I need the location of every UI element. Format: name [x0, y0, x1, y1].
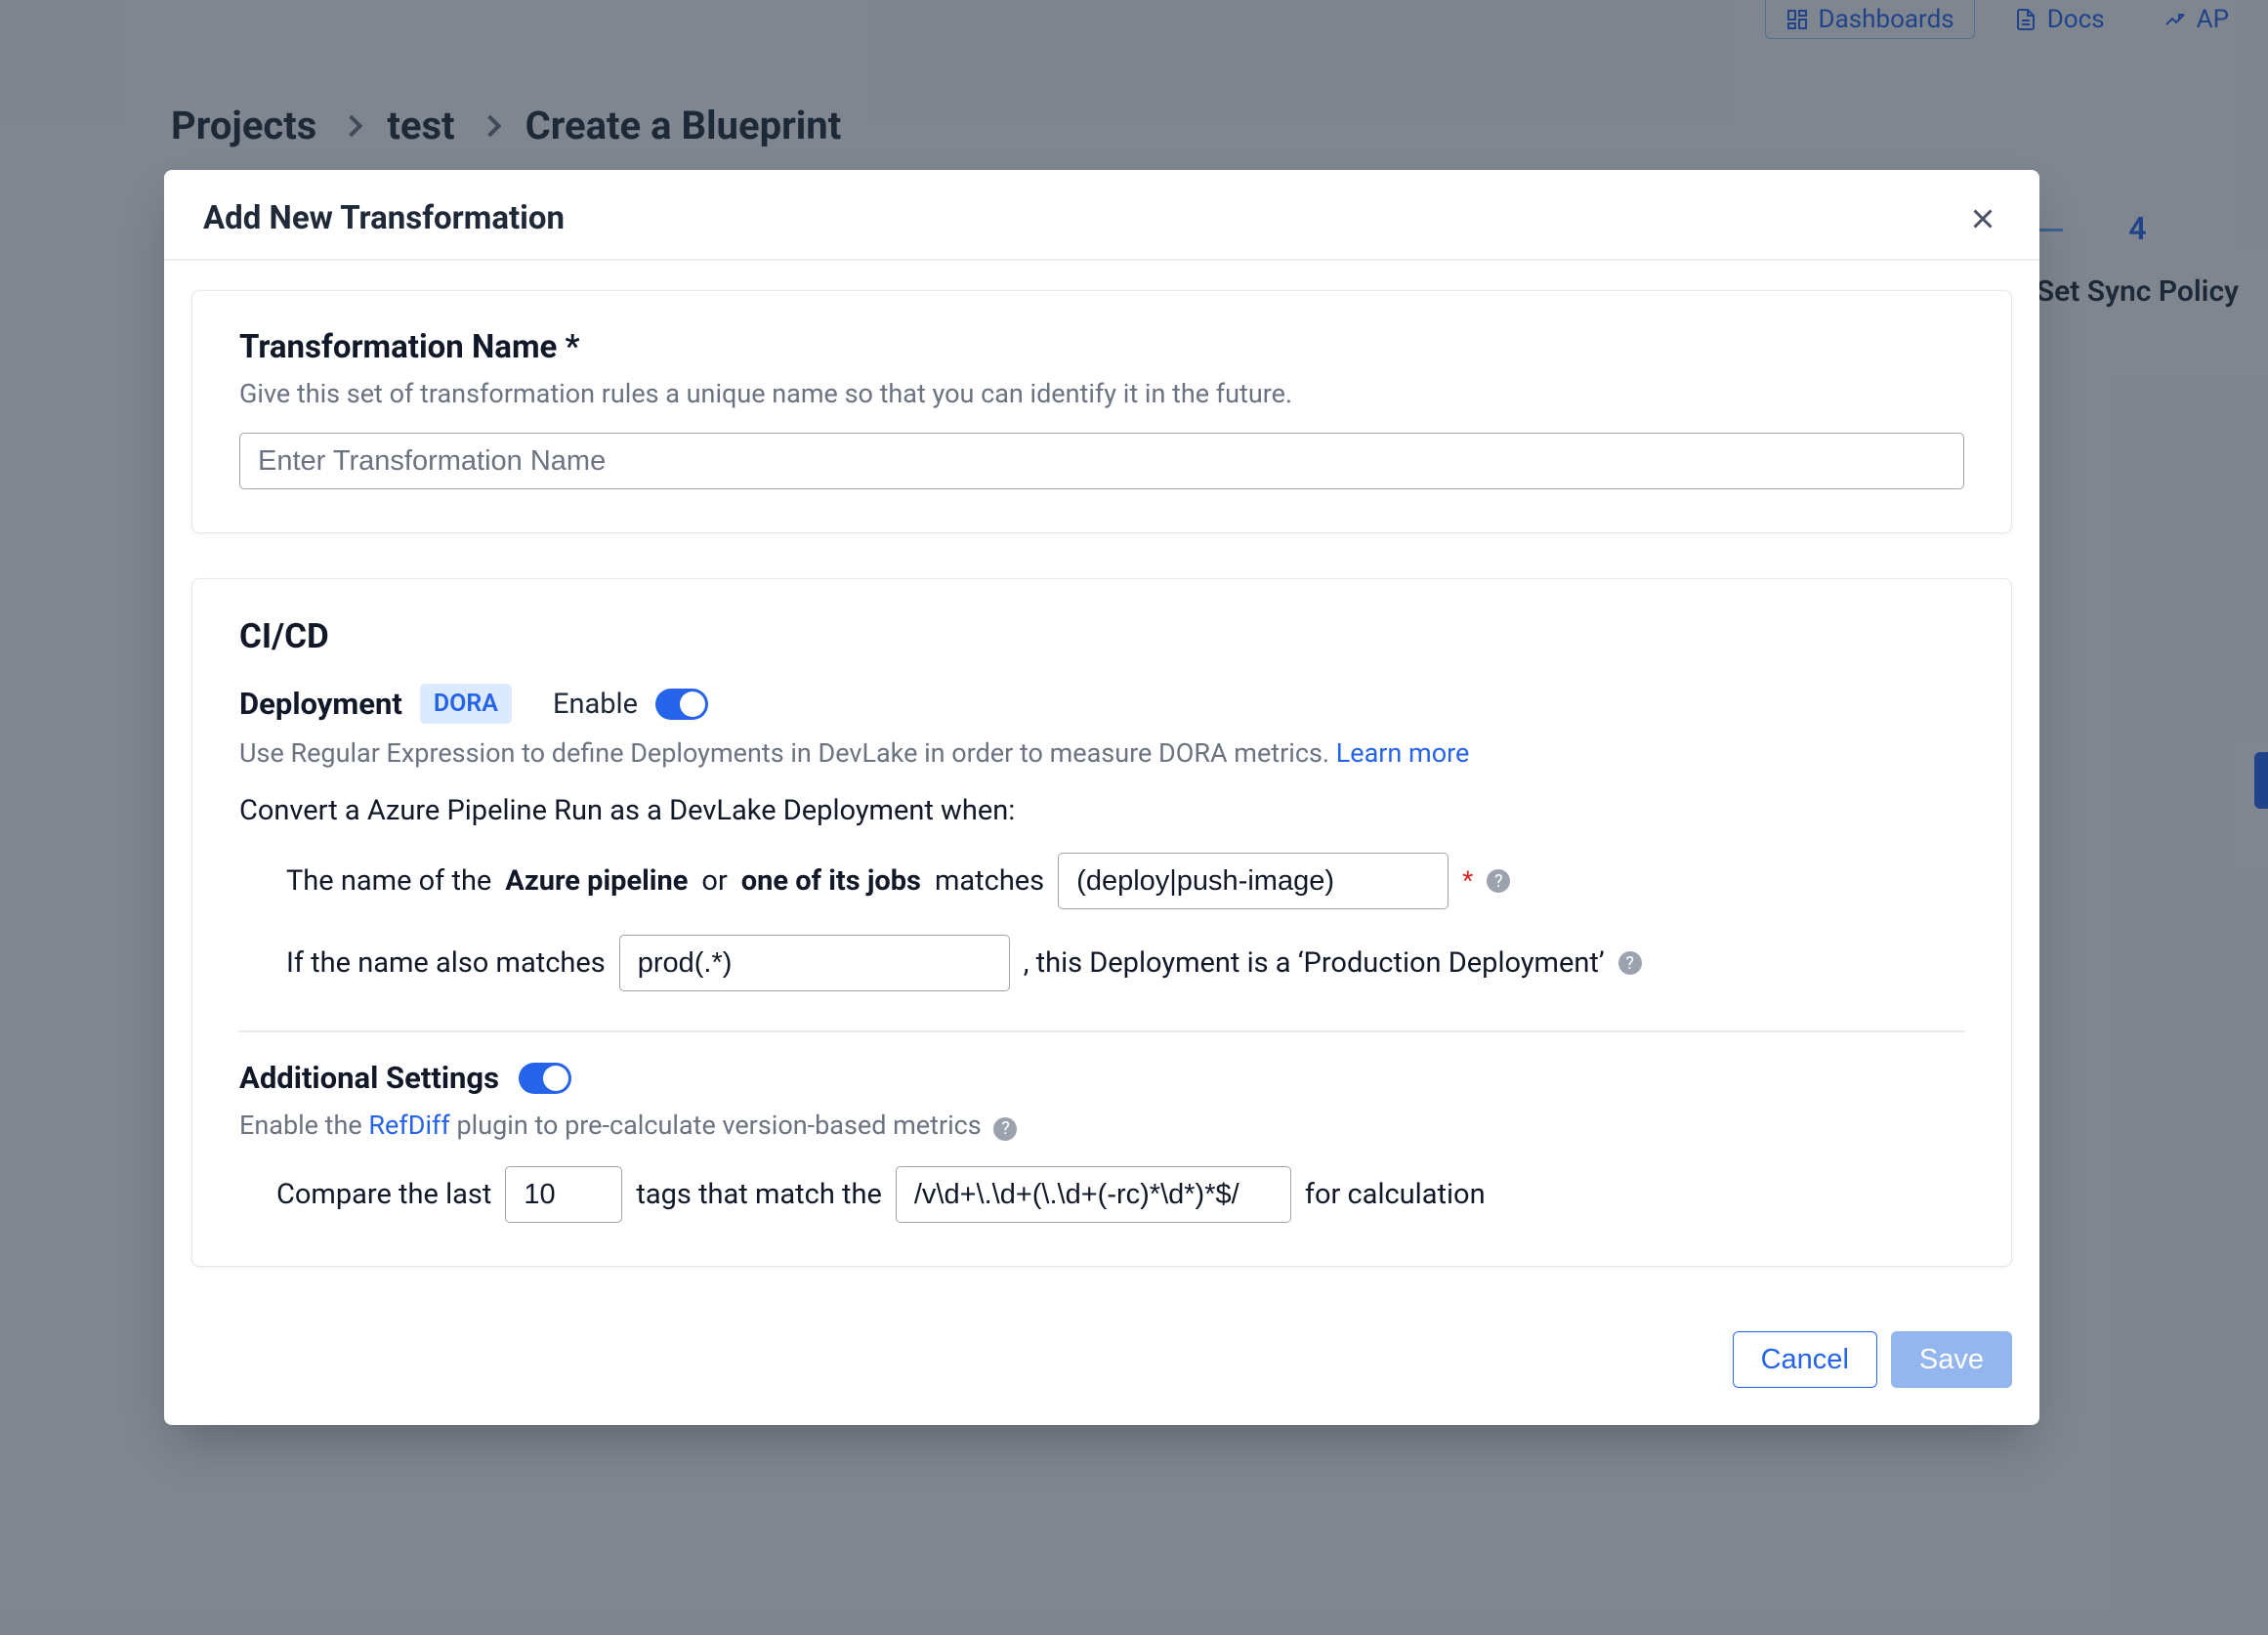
compare-t2: tags that match the — [636, 1178, 882, 1211]
help-icon[interactable]: ? — [1618, 951, 1642, 975]
add-desc-1: Enable the — [239, 1110, 368, 1141]
pipeline-regex-input[interactable] — [1058, 853, 1449, 909]
rule1-bold1: Azure pipeline — [505, 864, 688, 898]
pipeline-match-rule: The name of the Azure pipeline or one of… — [239, 853, 1964, 909]
additional-settings-title: Additional Settings — [239, 1060, 499, 1096]
section-divider — [239, 1030, 1964, 1032]
additional-settings-toggle[interactable] — [519, 1063, 571, 1094]
transformation-name-input[interactable] — [239, 433, 1964, 489]
enable-label: Enable — [553, 688, 638, 721]
add-transformation-modal: Add New Transformation Transformation Na… — [164, 170, 2039, 1425]
deployment-row: Deployment DORA Enable — [239, 684, 1964, 724]
production-match-rule: If the name also matches , this Deployme… — [239, 935, 1964, 991]
required-mark: * — [1462, 866, 1473, 896]
add-desc-2: plugin to pre-calculate version-based me… — [450, 1110, 982, 1141]
rule1-text2: or — [701, 864, 727, 898]
rule1-text1: The name of the — [286, 864, 491, 898]
rule2-text2: , this Deployment is a ‘Production Deplo… — [1024, 946, 1605, 980]
deployment-enable-toggle[interactable] — [655, 689, 708, 720]
compare-row: Compare the last tags that match the for… — [239, 1166, 1964, 1223]
cicd-card: CI/CD Deployment DORA Enable Use Regular… — [191, 578, 2012, 1267]
help-icon[interactable]: ? — [1487, 869, 1510, 893]
compare-pattern-input[interactable] — [896, 1166, 1291, 1223]
convert-text: Convert a Azure Pipeline Run as a DevLak… — [239, 794, 1964, 827]
production-regex-input[interactable] — [619, 935, 1010, 991]
compare-t3: for calculation — [1305, 1178, 1486, 1211]
deployment-desc-text: Use Regular Expression to define Deploym… — [239, 737, 1336, 769]
modal-body: Transformation Name * Give this set of t… — [164, 261, 2039, 1321]
additional-settings-row: Additional Settings — [239, 1060, 1964, 1096]
deployment-desc: Use Regular Expression to define Deploym… — [239, 737, 1964, 769]
rule1-bold2: one of its jobs — [741, 864, 921, 898]
close-icon[interactable] — [1965, 201, 2000, 236]
deployment-label: Deployment — [239, 686, 402, 722]
save-button[interactable]: Save — [1891, 1331, 2012, 1388]
cancel-button[interactable]: Cancel — [1733, 1331, 1877, 1388]
modal-header: Add New Transformation — [164, 170, 2039, 261]
compare-t1: Compare the last — [276, 1178, 491, 1211]
dora-badge: DORA — [420, 684, 512, 724]
rule2-text1: If the name also matches — [286, 946, 606, 980]
modal-title: Add New Transformation — [203, 199, 565, 237]
refdiff-link[interactable]: RefDiff — [368, 1110, 449, 1141]
rule1-text3: matches — [935, 864, 1044, 898]
modal-footer: Cancel Save — [164, 1321, 2039, 1425]
learn-more-link[interactable]: Learn more — [1336, 737, 1470, 769]
cicd-title: CI/CD — [239, 616, 1964, 656]
transformation-name-desc: Give this set of transformation rules a … — [239, 378, 1964, 409]
additional-settings-desc: Enable the RefDiff plugin to pre-calcula… — [239, 1110, 1964, 1141]
compare-count-input[interactable] — [505, 1166, 622, 1223]
transformation-name-title: Transformation Name * — [239, 328, 1964, 366]
transformation-name-card: Transformation Name * Give this set of t… — [191, 290, 2012, 533]
help-icon[interactable]: ? — [993, 1117, 1017, 1141]
